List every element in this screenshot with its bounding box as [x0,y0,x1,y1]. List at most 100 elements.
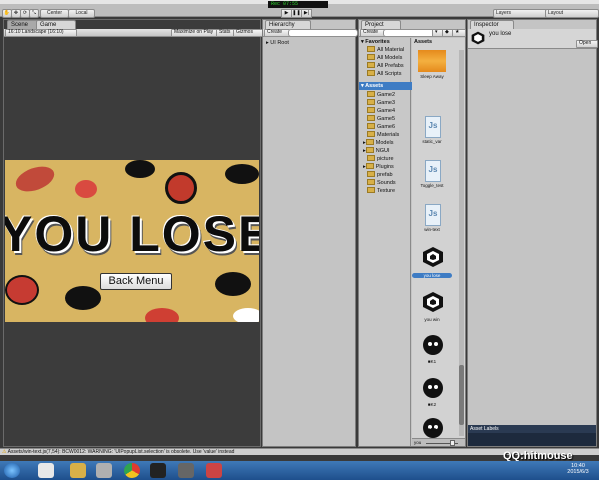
tab-scene-label: Scene [11,22,29,28]
folder-icon [367,107,375,114]
folder-label: Game5 [377,116,396,122]
project-panel: Project Create ▾ ◆ ★ ▾ Favorites All Mat… [358,19,466,447]
favorite-star-button[interactable]: ★ [452,29,466,37]
favorite-label: All Models [377,55,403,61]
folder-item[interactable]: Game6 [367,123,395,131]
background-sprite [145,308,179,322]
app-taskbar-icon[interactable] [178,463,194,478]
asset-labels-header: Asset Labels [468,425,596,433]
folder-icon [365,163,374,170]
warning-icon: ⚠ [2,449,7,455]
folder-label: Game6 [377,124,396,130]
folder-item[interactable]: Texture [367,187,395,195]
asset-preview [468,433,596,446]
folder-item[interactable]: ▸ Plugins [363,163,394,171]
recording-timer: Rec 07:55 [268,1,328,8]
layers-dropdown[interactable]: Layers [493,9,547,18]
project-scrollbar[interactable] [459,50,464,436]
aspect-dropdown[interactable]: 16:10 Landscape (16:10) [5,29,77,37]
zoom-slider-handle[interactable] [450,440,455,446]
step-button[interactable]: ▶| [301,9,312,18]
project-search-input[interactable] [383,29,435,37]
folder-item[interactable]: ▸ NGUI [363,147,390,155]
audio-waveform-icon[interactable] [418,50,446,72]
search-folder-icon [367,54,375,61]
app-taskbar-icon[interactable] [206,463,222,478]
folder-item[interactable]: Game5 [367,115,395,123]
js-script-icon[interactable]: Js [425,204,441,226]
back-menu-button[interactable]: Back Menu [100,273,172,290]
favorite-all-prefabs[interactable]: All Prefabs [367,62,404,70]
start-button[interactable] [4,463,20,478]
folder-icon [367,115,375,122]
hierarchy-item-ui-root[interactable]: ▸ UI Root [266,39,289,47]
you-lose-title: YOU LOSE [5,206,259,262]
hierarchy-search-input[interactable] [288,29,358,37]
assets-breadcrumb[interactable]: Assets [414,38,432,46]
pivot-toggle[interactable]: Center [40,9,69,18]
tab-inspector-label: Inspector [474,22,499,28]
favorite-label: All Prefabs [377,63,404,69]
scrollbar-thumb[interactable] [459,365,464,425]
scale-tool-button[interactable]: ⤡ [29,9,39,18]
folder-item[interactable]: Game3 [367,99,395,107]
game-view[interactable]: YOU LOSE Back Menu [5,160,259,322]
asset-label: ■K2 [427,402,437,407]
tab-game-label: Game [40,22,57,28]
asset-label: ■K1 [427,359,437,364]
hierarchy-create-button[interactable]: Create [264,29,290,37]
unity-scene-icon[interactable] [422,246,444,268]
face-sprite-icon[interactable] [423,378,443,398]
background-sprite [215,272,251,296]
folder-label: Plugins [375,164,394,170]
open-button[interactable]: Open [576,40,598,48]
maximize-on-play-toggle[interactable]: Maximize on Play [171,29,221,37]
folder-item[interactable]: Game2 [367,91,395,99]
search-folder-icon [367,62,375,69]
media-taskbar-icon[interactable] [96,463,112,478]
layout-dropdown[interactable]: Layout [545,9,599,18]
folder-taskbar-icon[interactable] [70,463,86,478]
unity-scene-icon [471,31,485,45]
folder-item[interactable]: Materials [367,131,399,139]
unity-scene-icon[interactable] [422,291,444,313]
folder-icon [367,91,375,98]
folder-label: prefab [377,172,393,178]
folder-item[interactable]: prefab [367,171,393,179]
js-script-icon[interactable]: Js [425,116,441,138]
js-script-icon[interactable]: Js [425,160,441,182]
favorite-label: All Scripts [377,71,402,77]
clock-date: 2015/6/3 [567,469,589,475]
favorite-label: All Material [377,47,405,53]
folder-item[interactable]: ▸ Models [363,139,394,147]
folder-icon [367,179,375,186]
tab-hierarchy-label: Hierarchy [269,22,295,28]
background-sprite [165,172,197,204]
game-view-toolbar: 16:10 Landscape (16:10) Maximize on Play… [4,29,263,37]
gizmos-dropdown[interactable]: Gizmos [233,29,263,37]
folder-icon [367,171,375,178]
folder-item[interactable]: Game4 [367,107,395,115]
asset-label: static_var [422,139,442,144]
favorite-all-models[interactable]: All Models [367,54,402,62]
favorites-header[interactable]: ▾ Favorites [361,38,390,46]
hierarchy-panel: Hierarchy Create ▸ UI Root [262,19,358,447]
layout-label: Layout [548,10,564,16]
favorite-all-scripts[interactable]: All Scripts [367,70,401,78]
zoom-label: you [414,440,422,445]
asset-label: you win [424,317,440,322]
asset-label: win-text [424,227,440,232]
folder-item[interactable]: Sounds [367,179,396,187]
assets-folder[interactable]: ▾ Assets [359,82,413,90]
background-sprite [65,286,101,310]
taskbar-clock[interactable]: 10:40 2015/6/3 [560,463,596,475]
face-sprite-icon[interactable] [423,335,443,355]
background-sprite [125,160,155,178]
inspector-panel: Inspector you lose Open Asset Labels [467,19,598,447]
unity-taskbar-icon[interactable] [150,463,166,478]
favorite-all-materials[interactable]: All Material [367,46,404,54]
chrome-taskbar-icon[interactable] [124,463,140,478]
explorer-taskbar-icon[interactable] [38,463,54,478]
space-toggle[interactable]: Local [68,9,95,18]
folder-item[interactable]: picture [367,155,394,163]
